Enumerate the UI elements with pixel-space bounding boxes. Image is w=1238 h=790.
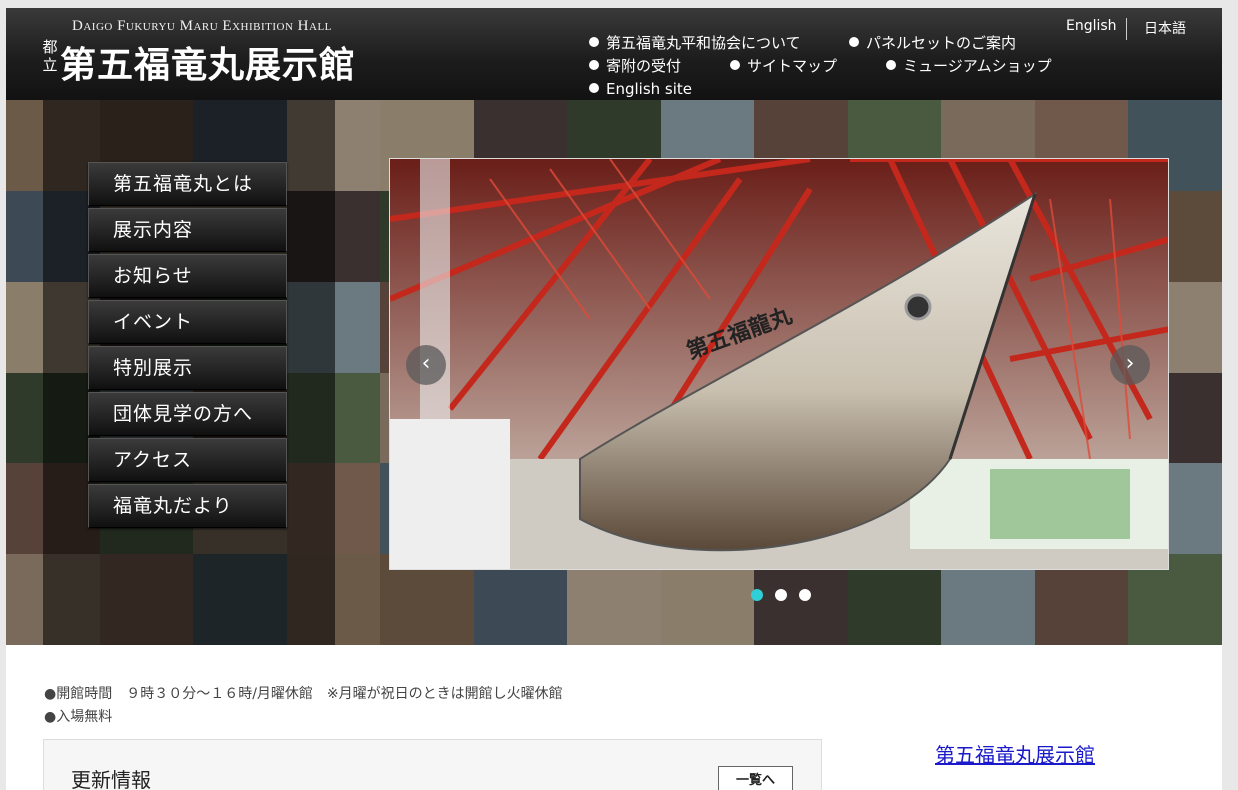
slider-dot[interactable]: [799, 589, 811, 601]
menu-item-access[interactable]: アクセス: [88, 438, 287, 482]
chevron-left-icon: ‹: [421, 351, 431, 376]
news-heading: 更新情報: [71, 768, 151, 790]
lang-english-link[interactable]: English: [1066, 18, 1117, 34]
menu-item-news[interactable]: お知らせ: [88, 254, 287, 298]
page: Daigo Fukuryu Maru Exhibition Hall 都立 第五…: [6, 8, 1222, 790]
menu-item-group-visits[interactable]: 団体見学の方へ: [88, 392, 287, 436]
news-panel: 更新情報 一覧へ: [43, 739, 822, 790]
main-menu: 第五福竜丸とは 展示内容 お知らせ イベント 特別展示 団体見学の方へ アクセス…: [88, 162, 287, 530]
sidebar-museum-link[interactable]: 第五福竜丸展示館: [935, 739, 1095, 768]
lang-divider: [1126, 18, 1127, 40]
bullet-icon: [730, 60, 740, 70]
logo-english[interactable]: Daigo Fukuryu Maru Exhibition Hall: [72, 18, 332, 35]
slideshow-image[interactable]: 第五福龍丸: [389, 158, 1169, 570]
bullet-icon: [589, 60, 599, 70]
logo-japanese[interactable]: 第五福竜丸展示館: [60, 36, 356, 88]
bullet-icon: [589, 37, 599, 47]
nav-sitemap[interactable]: サイトマップ: [730, 55, 837, 76]
site-header: Daigo Fukuryu Maru Exhibition Hall 都立 第五…: [6, 8, 1222, 100]
menu-item-newsletter[interactable]: 福竜丸だより: [88, 484, 287, 528]
lang-japanese-link[interactable]: 日本語: [1144, 18, 1186, 38]
slider-prev-button[interactable]: ‹: [406, 345, 446, 385]
logo-prefix[interactable]: 都立: [40, 38, 60, 74]
menu-item-about-ship[interactable]: 第五福竜丸とは: [88, 162, 287, 206]
chevron-right-icon: ›: [1125, 351, 1135, 376]
news-list-button[interactable]: 一覧へ: [718, 766, 793, 790]
bullet-icon: [886, 60, 896, 70]
slider-dot[interactable]: [775, 589, 787, 601]
hero-section: 第五福竜丸とは 展示内容 お知らせ イベント 特別展示 団体見学の方へ アクセス…: [6, 100, 1222, 645]
slider-next-button[interactable]: ›: [1110, 345, 1150, 385]
slider-dot[interactable]: [751, 589, 763, 601]
nav-museum-shop[interactable]: ミュージアムショップ: [886, 55, 1052, 76]
menu-item-events[interactable]: イベント: [88, 300, 287, 344]
opening-hours: ●開館時間 ９時３０分～１６時/月曜休館 ※月曜が祝日のときは開館し火曜休館: [44, 686, 563, 702]
bullet-icon: [849, 37, 859, 47]
nav-english-site[interactable]: English site: [589, 80, 692, 98]
menu-item-exhibits[interactable]: 展示内容: [88, 208, 287, 252]
bullet-icon: [589, 83, 599, 93]
admission-info: ●入場無料: [44, 709, 113, 725]
nav-about-association[interactable]: 第五福竜丸平和協会について: [589, 32, 801, 53]
nav-donation[interactable]: 寄附の受付: [589, 55, 681, 76]
menu-item-special-exhibition[interactable]: 特別展示: [88, 346, 287, 390]
ship-photo: 第五福龍丸: [390, 159, 1168, 569]
nav-panel-set[interactable]: パネルセットのご案内: [849, 32, 1016, 53]
slider-pagination: [751, 586, 823, 605]
